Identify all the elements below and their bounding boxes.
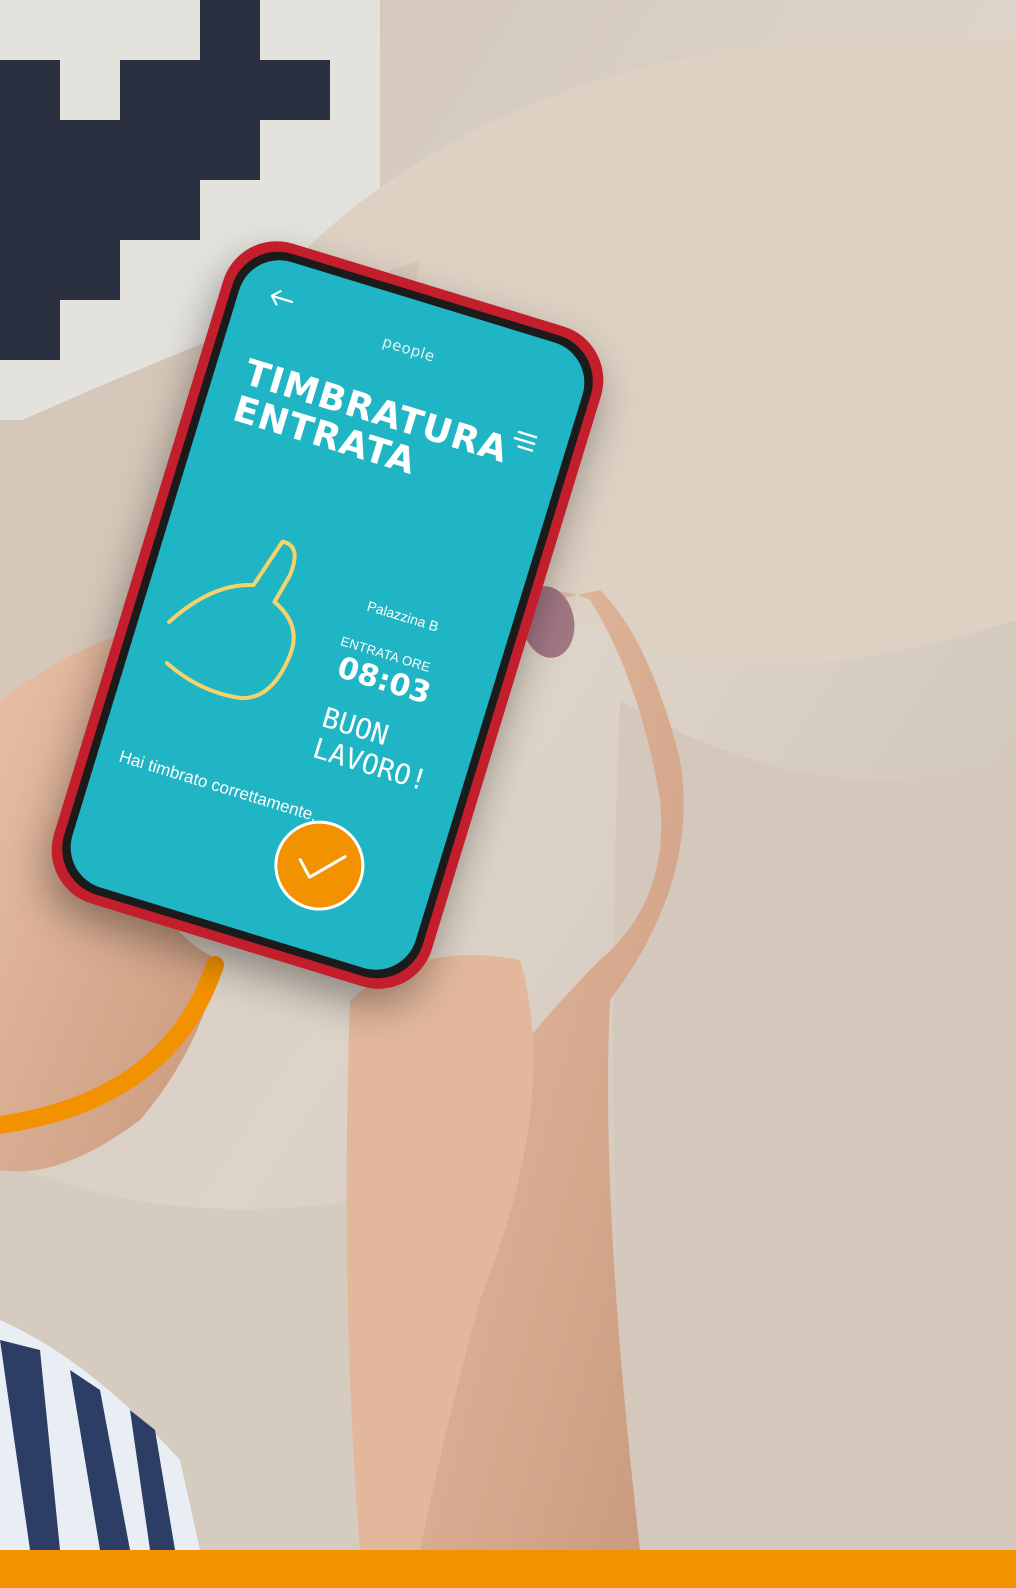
photo-scene: people TIMBRATURA ENTRATA Palazzina B EN… <box>0 0 1016 1550</box>
menu-icon[interactable] <box>510 427 539 455</box>
thumbs-up-icon <box>164 539 297 701</box>
brand-color-band <box>0 1550 1016 1588</box>
greeting-text: BUON LAVORO! <box>309 701 441 798</box>
confirm-check-button[interactable] <box>263 809 376 922</box>
location-label: Palazzina B <box>365 597 441 635</box>
confirmation-message: Hai timbrato correttamente. <box>116 746 320 826</box>
check-icon <box>298 855 347 879</box>
